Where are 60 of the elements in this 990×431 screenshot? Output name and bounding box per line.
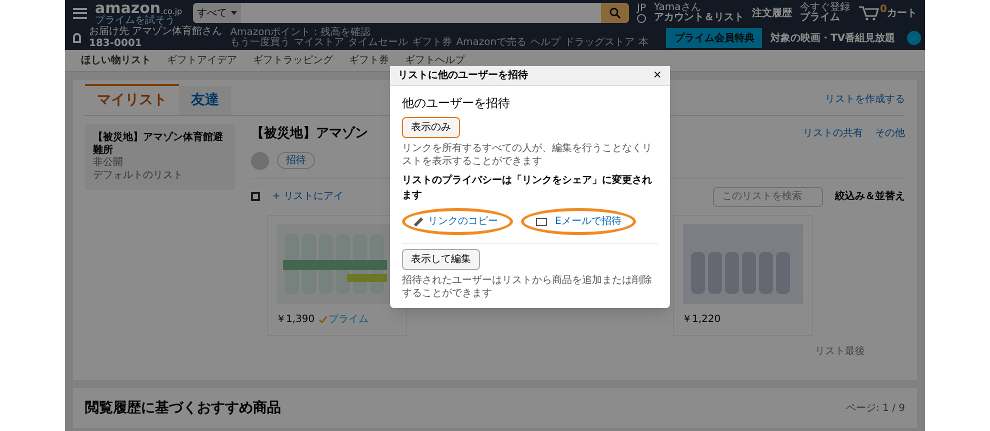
view-only-button[interactable]: 表示のみ (402, 117, 460, 138)
page-indicator: ページ: 1 / 9 (846, 402, 905, 416)
logo-suffix: .co.jp (160, 8, 182, 16)
dialog-title: リストに他のユーザーを招待 (398, 68, 528, 83)
list-name: 【被災地】アマゾン体育館避難所 (93, 132, 224, 156)
list-end-label: リスト最後 (815, 344, 865, 358)
prime-link[interactable]: プライム (800, 13, 850, 23)
list-subtitle: デフォルトのリスト (93, 170, 184, 182)
product-card[interactable]: ￥1,220 (673, 214, 813, 336)
price: ￥1,220 (682, 312, 721, 326)
greeting: Yamaさん (654, 3, 701, 13)
prime-signup: 今すぐ登録 (800, 3, 850, 13)
view-description: リンクを所有するすべての人が、編集を行うことなくリストを表示することができます (402, 143, 653, 168)
prime-banner[interactable]: プライム会員特典 (666, 28, 762, 48)
privacy-label: 非公開 (93, 157, 123, 170)
postcode: 183-0001 (89, 38, 143, 50)
nav-link[interactable]: タイムセール (348, 38, 408, 48)
subnav-link[interactable]: ギフトアイデア (167, 53, 237, 68)
prime-label: プライム (328, 312, 369, 326)
add-item-link[interactable]: + リストにアイ (272, 189, 344, 204)
orders-link[interactable]: 注文履歴 (752, 6, 792, 20)
deliver-to: お届け先 アマゾン体育館さん (89, 26, 222, 38)
cart-count: 0 (880, 5, 887, 15)
subnav-link[interactable]: ほしい物リスト (81, 53, 151, 68)
more-link[interactable]: その他 (875, 126, 905, 142)
subnav-link[interactable]: ギフトヘルプ (405, 53, 465, 68)
dialog-heading: 他のユーザーを招待 (402, 95, 511, 112)
nav-link[interactable]: ギフト券 (412, 38, 452, 48)
privacy-notice: リストのプライバシーは「リンクをシェア」に変更されます (402, 173, 653, 203)
nav-link[interactable]: Amazonで売る (456, 38, 527, 48)
account-link[interactable]: アカウント＆リスト (654, 13, 744, 23)
search-scope: すべて (193, 3, 241, 23)
nav-link[interactable]: 本 (638, 38, 649, 48)
nav-link[interactable]: ドラッグストア (564, 38, 635, 48)
price: ￥1,390 (276, 312, 315, 326)
close-button[interactable]: × (652, 67, 662, 84)
subnav-link[interactable]: ギフト券 (349, 53, 389, 68)
recommend-title: 閲覧履歴に基づくおすすめ商品 (85, 398, 281, 418)
subnav-link[interactable]: ギフトラッピング (253, 53, 333, 68)
search-field[interactable]: すべて (193, 3, 630, 23)
share-link[interactable]: リストの共有 (803, 126, 863, 142)
share-option-link[interactable]: リンクのコピー (428, 214, 498, 229)
tab[interactable]: 友達 (179, 86, 231, 115)
list-search-field[interactable]: このリストを検索 (713, 186, 823, 206)
points-link[interactable]: Amazonポイント：残高を確認 (230, 28, 658, 38)
logo: amazon (95, 0, 161, 16)
nav-link[interactable]: もう一度買う (230, 38, 290, 48)
nav-link[interactable]: ヘルプ (530, 38, 561, 48)
language-label: JP (637, 4, 646, 14)
share-option-link[interactable]: Eメールで招待 (555, 214, 622, 229)
logo-tagline: プライムを試そう (95, 16, 175, 26)
view-edit-button[interactable]: 表示して編集 (402, 249, 480, 270)
nav-link[interactable]: マイストア (294, 38, 344, 48)
list-title: 【被災地】アマゾン (251, 125, 368, 143)
list-card[interactable]: 【被災地】アマゾン体育館避難所 非公開 デフォルトのリスト (85, 124, 235, 190)
create-list-link[interactable]: リストを作成する (825, 92, 905, 107)
cart-link[interactable]: カート (887, 6, 917, 21)
invite-button[interactable]: 招待 (277, 152, 315, 169)
prime-promo[interactable]: 対象の映画・TV番組見放題 (770, 30, 899, 46)
filter-link[interactable]: 絞込み＆並替え (835, 189, 905, 204)
